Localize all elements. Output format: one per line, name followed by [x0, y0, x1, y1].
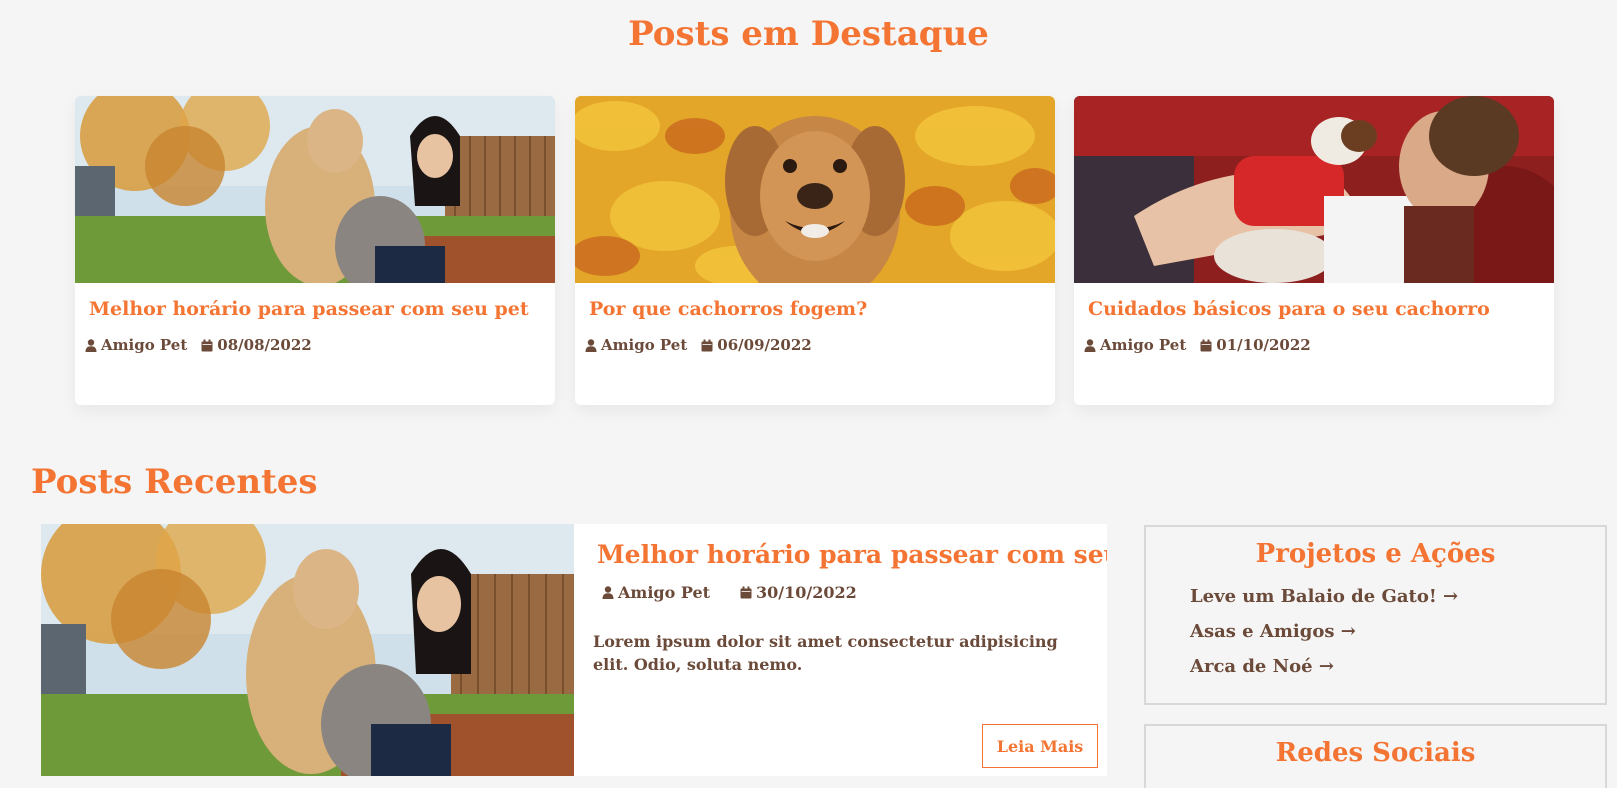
featured-post-image[interactable]	[75, 96, 555, 283]
date-meta: 30/10/2022	[740, 583, 857, 602]
post-meta: Amigo Pet 30/10/2022	[602, 583, 857, 602]
arrow-right-icon: →	[1340, 621, 1356, 642]
recent-post-title[interactable]: Melhor horário para passear com seu pet	[597, 540, 1107, 569]
projects-title: Projetos e Ações	[1255, 539, 1496, 569]
arrow-right-icon: →	[1318, 656, 1334, 677]
date-meta: 01/10/2022	[1200, 336, 1311, 354]
arrow-right-icon: →	[1443, 586, 1459, 607]
project-label: Asas e Amigos	[1190, 621, 1335, 642]
post-meta: Amigo Pet 08/08/2022	[85, 336, 312, 354]
list-item: Arca de Noé →	[1190, 649, 1605, 684]
date-meta: 08/08/2022	[201, 336, 312, 354]
user-icon	[602, 586, 614, 599]
post-meta: Amigo Pet 01/10/2022	[1084, 336, 1311, 354]
calendar-icon	[1200, 339, 1212, 352]
post-excerpt: Lorem ipsum dolor sit amet consectetur a…	[593, 632, 1058, 674]
user-icon	[85, 339, 97, 352]
date-meta: 06/09/2022	[701, 336, 812, 354]
featured-post-title[interactable]: Melhor horário para passear com seu pet	[89, 298, 529, 320]
featured-post-title[interactable]: Por que cachorros fogem?	[589, 298, 867, 320]
post-author: Amigo Pet	[601, 336, 688, 354]
projects-widget: Projetos e Ações Leve um Balaio de Gato!…	[1144, 525, 1607, 705]
post-date: 08/08/2022	[217, 336, 312, 354]
post-author: Amigo Pet	[618, 583, 711, 602]
author-meta: Amigo Pet	[602, 583, 710, 602]
calendar-icon	[740, 586, 752, 599]
list-item: Leve um Balaio de Gato! →	[1190, 579, 1605, 614]
project-link[interactable]: Asas e Amigos →	[1190, 614, 1605, 649]
social-widget: Redes Sociais	[1144, 724, 1607, 788]
projects-list: Leve um Balaio de Gato! → Asas e Amigos …	[1146, 579, 1605, 684]
recent-section-title: Posts Recentes	[31, 462, 318, 502]
post-date: 30/10/2022	[756, 583, 857, 602]
featured-post-card[interactable]: Melhor horário para passear com seu pet …	[75, 96, 555, 405]
calendar-icon	[701, 339, 713, 352]
post-meta: Amigo Pet 06/09/2022	[585, 336, 812, 354]
featured-post-image[interactable]	[575, 96, 1055, 283]
project-link[interactable]: Arca de Noé →	[1190, 649, 1605, 684]
featured-post-image[interactable]	[1074, 96, 1554, 283]
recent-post-image[interactable]	[41, 524, 574, 776]
list-item: Asas e Amigos →	[1190, 614, 1605, 649]
project-link[interactable]: Leve um Balaio de Gato! →	[1190, 579, 1605, 614]
author-meta: Amigo Pet	[85, 336, 187, 354]
author-meta: Amigo Pet	[1084, 336, 1186, 354]
project-label: Arca de Noé	[1190, 656, 1313, 677]
featured-section-title: Posts em Destaque	[628, 14, 989, 54]
featured-post-card[interactable]: Por que cachorros fogem? Amigo Pet 06/09…	[575, 96, 1055, 405]
post-author: Amigo Pet	[1100, 336, 1187, 354]
author-meta: Amigo Pet	[585, 336, 687, 354]
user-icon	[585, 339, 597, 352]
post-author: Amigo Pet	[101, 336, 188, 354]
read-more-button[interactable]: Leia Mais	[982, 724, 1098, 768]
post-date: 01/10/2022	[1216, 336, 1311, 354]
user-icon	[1084, 339, 1096, 352]
social-title: Redes Sociais	[1275, 738, 1476, 768]
calendar-icon	[201, 339, 213, 352]
featured-post-card[interactable]: Cuidados básicos para o seu cachorro Ami…	[1074, 96, 1554, 405]
post-date: 06/09/2022	[717, 336, 812, 354]
project-label: Leve um Balaio de Gato!	[1190, 586, 1437, 607]
featured-post-title[interactable]: Cuidados básicos para o seu cachorro	[1088, 298, 1490, 320]
recent-post-card: Melhor horário para passear com seu pet …	[41, 524, 1107, 776]
